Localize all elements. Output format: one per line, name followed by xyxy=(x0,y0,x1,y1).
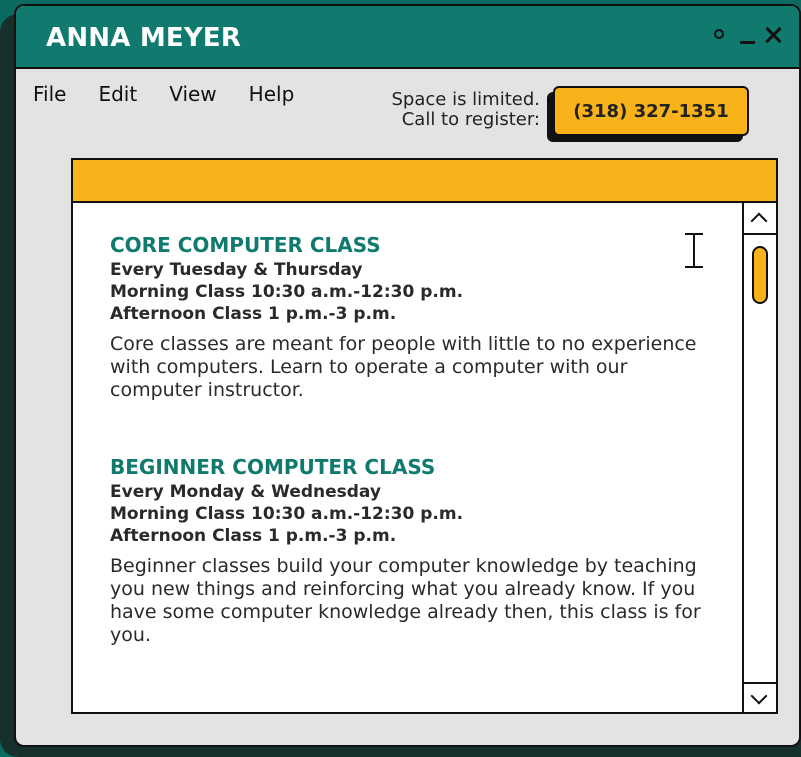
class-description: Core classes are meant for people with l… xyxy=(110,333,697,401)
window-titlebar: ANNA MEYER xyxy=(16,6,799,69)
vertical-scrollbar[interactable] xyxy=(742,203,776,712)
section-title: CORE COMPUTER CLASS xyxy=(110,233,381,257)
beginner-class-section: BEGINNER COMPUTER CLASS Every Monday & W… xyxy=(110,455,710,647)
app-window: ANNA MEYER File Edit View Help Space is … xyxy=(14,4,801,747)
menu-edit[interactable]: Edit xyxy=(98,84,137,104)
scroll-down-button[interactable] xyxy=(744,682,776,712)
panel-header-bar xyxy=(73,160,776,203)
class-info-scroll-area[interactable]: CORE COMPUTER CLASS Every Tuesday & Thur… xyxy=(73,203,744,712)
section-title: BEGINNER COMPUTER CLASS xyxy=(110,455,436,479)
window-title: ANNA MEYER xyxy=(46,23,242,53)
class-schedule: Every Tuesday & Thursday xyxy=(110,260,363,280)
registration-line-1: Space is limited. xyxy=(391,89,541,110)
menu-bar: File Edit View Help xyxy=(33,84,294,104)
scroll-thumb[interactable] xyxy=(752,246,768,304)
core-class-section: CORE COMPUTER CLASS Every Tuesday & Thur… xyxy=(110,233,710,402)
menu-help[interactable]: Help xyxy=(249,84,295,104)
morning-class-time: Morning Class 10:30 a.m.-12:30 p.m. xyxy=(110,282,464,302)
chevron-up-icon xyxy=(750,212,768,230)
registration-line-2: Call to register: xyxy=(401,109,540,130)
class-info-panel: CORE COMPUTER CLASS Every Tuesday & Thur… xyxy=(71,158,778,714)
window-controls xyxy=(711,24,783,46)
registration-callout: Space is limited. Call to register: xyxy=(370,89,541,130)
class-schedule: Every Monday & Wednesday xyxy=(110,482,381,502)
afternoon-class-time: Afternoon Class 1 p.m.-3 p.m. xyxy=(110,304,397,324)
menu-file[interactable]: File xyxy=(33,84,66,104)
phone-button[interactable]: (318) 327-1351 xyxy=(553,86,749,136)
class-description: Beginner classes build your computer kno… xyxy=(110,555,701,646)
menu-view[interactable]: View xyxy=(169,84,216,104)
morning-class-time: Morning Class 10:30 a.m.-12:30 p.m. xyxy=(110,504,464,524)
circle-icon[interactable] xyxy=(711,24,731,46)
close-icon[interactable] xyxy=(763,24,783,46)
chevron-down-icon xyxy=(750,687,768,705)
minimize-icon[interactable] xyxy=(737,24,757,46)
afternoon-class-time: Afternoon Class 1 p.m.-3 p.m. xyxy=(110,526,397,546)
scroll-up-button[interactable] xyxy=(744,203,776,235)
